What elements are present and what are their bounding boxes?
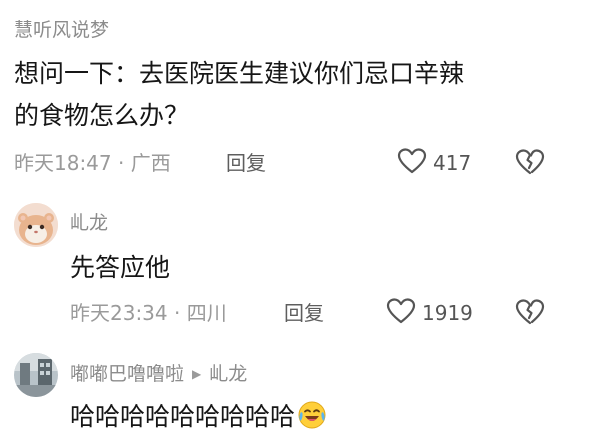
avatar[interactable] [14,353,58,397]
comment-timestamp-location: 昨天18:47 · 广西 [14,151,171,175]
avatar[interactable] [14,203,58,247]
comment-username[interactable]: 乢龙 [70,214,108,233]
comment-text: 先答应他 [70,253,171,282]
comment-text-line-2: 的食物怎么办？ [14,101,190,130]
triangle-right-icon: ▶ [192,367,202,381]
reply-button[interactable]: 回复 [284,303,324,323]
reply-to-username[interactable]: 乢龙 [209,363,247,385]
like-count: 417 [433,151,472,175]
heart-outline-icon [397,147,427,179]
comment-username[interactable]: 嘟嘟巴噜噜啦 [70,363,184,385]
like-button[interactable]: 417 [397,147,471,179]
laughing-crying-emoji [297,400,327,443]
comment-text: 想问一下：去医院医生建议你们忌口辛辣 [14,59,465,88]
reply-button[interactable]: 回复 [226,153,266,173]
comment-text: 哈哈哈哈哈哈哈哈哈 [70,402,296,431]
broken-heart-icon [515,149,545,180]
broken-heart-icon [515,299,545,330]
heart-outline-icon [386,297,416,329]
dislike-button[interactable] [515,298,545,330]
comment-username[interactable]: 慧听风说梦 [14,21,109,40]
comment-timestamp-location: 昨天23:34 · 四川 [70,301,227,325]
reply-header: 嘟嘟巴噜噜啦 ▶ 乢龙 [70,365,247,384]
like-button[interactable]: 1919 [386,297,473,329]
like-count: 1919 [422,301,473,325]
dislike-button[interactable] [515,148,545,180]
comment-text-row: 哈哈哈哈哈哈哈哈哈 [70,396,327,443]
